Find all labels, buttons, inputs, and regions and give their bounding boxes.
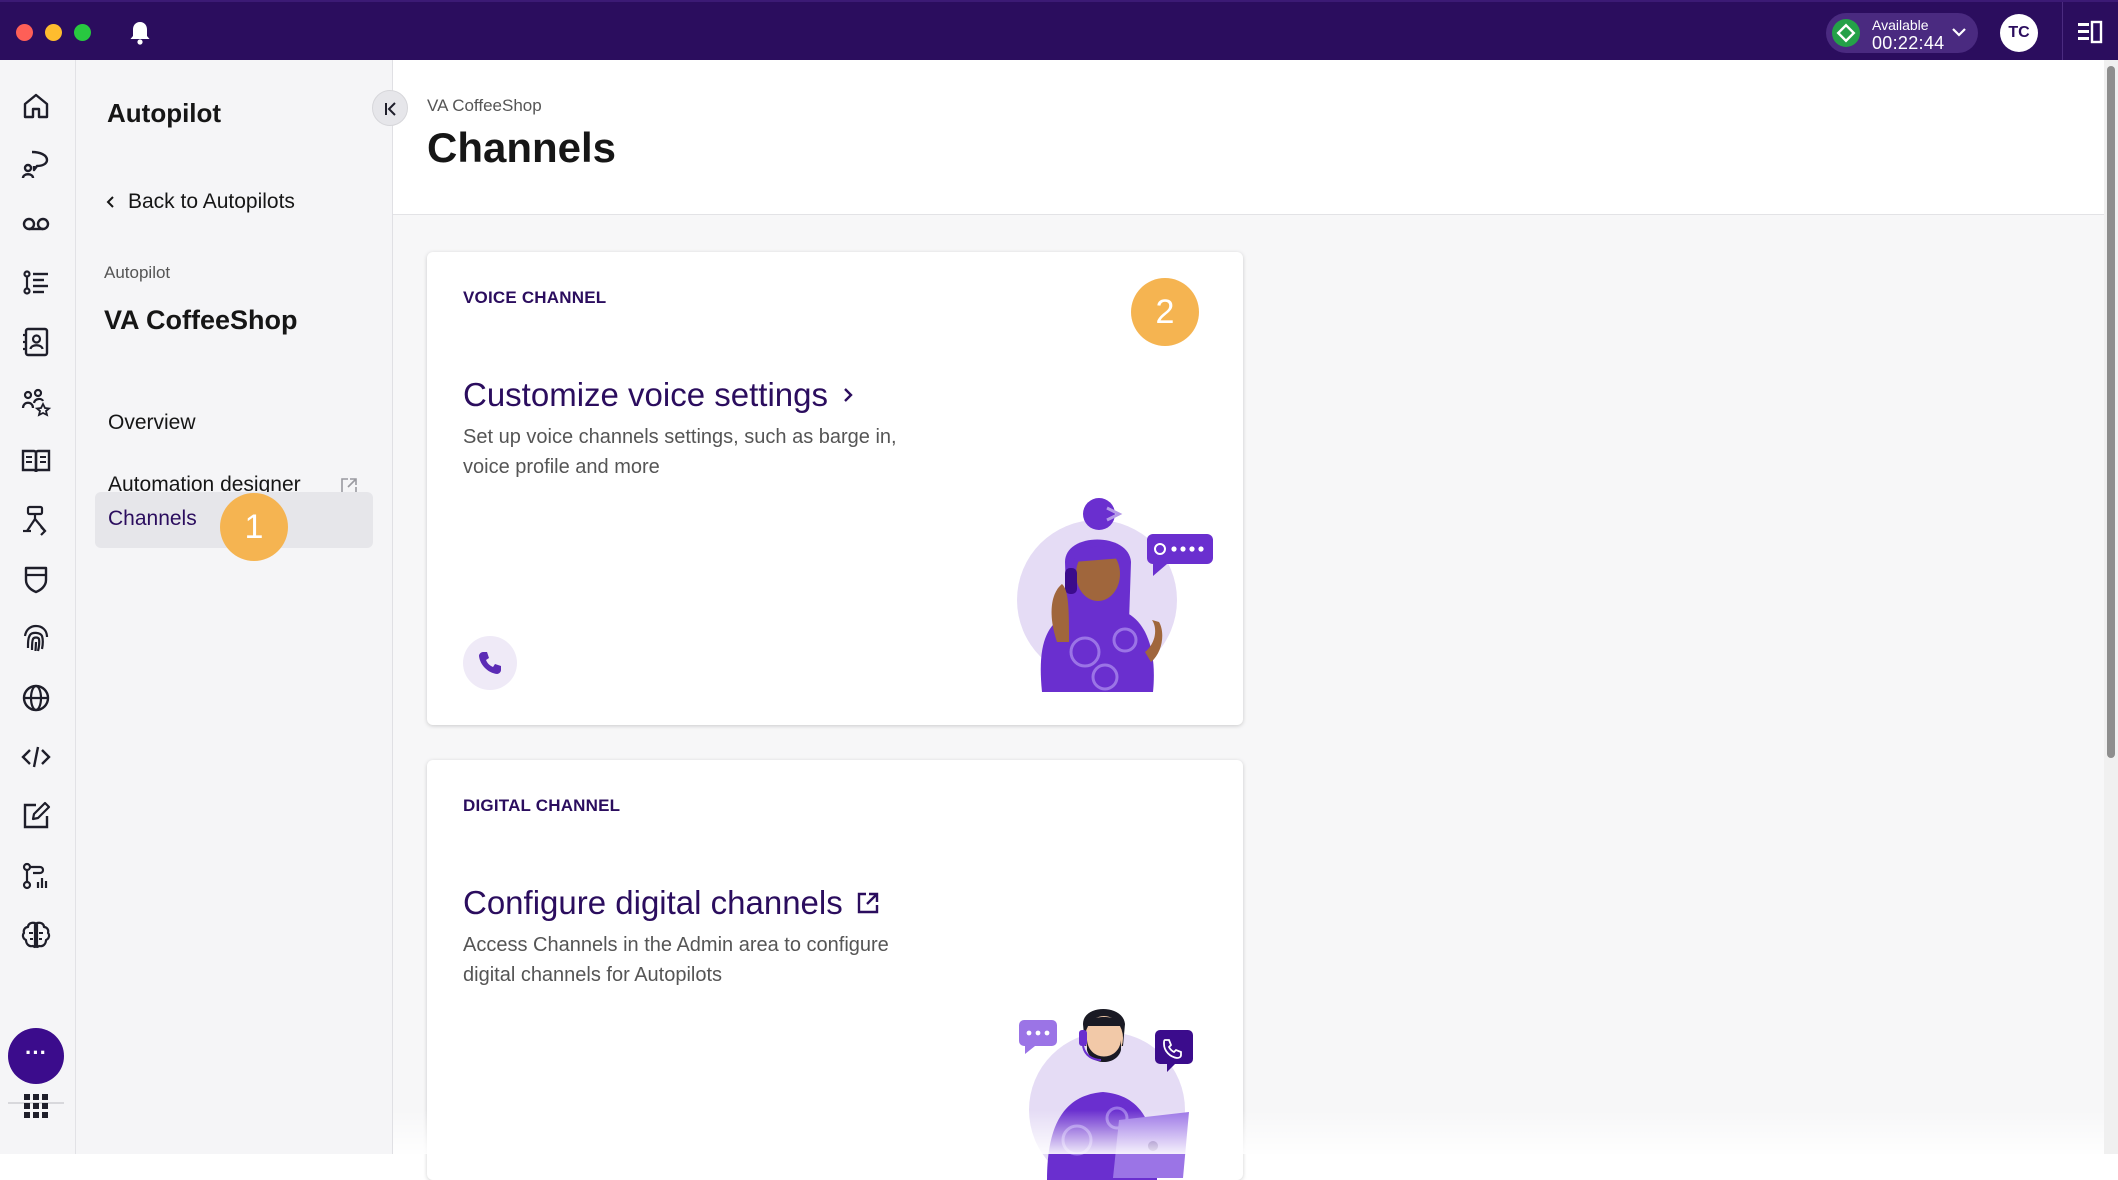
window-minimize-button[interactable]: [45, 24, 62, 41]
status-available-icon: [1832, 19, 1860, 47]
side-panel-icon[interactable]: [2076, 20, 2104, 44]
bell-icon[interactable]: [128, 20, 152, 46]
autopilot-name: VA CoffeeShop: [104, 305, 298, 335]
shield-icon[interactable]: [20, 563, 52, 595]
top-bar: Available 00:22:44 TC: [0, 0, 2118, 62]
configure-digital-channels-link[interactable]: Configure digital channels: [463, 884, 881, 922]
team-icon[interactable]: [20, 386, 52, 418]
sidebar-item-channels[interactable]: Channels 1: [95, 492, 373, 561]
fingerprint-icon[interactable]: [20, 622, 52, 654]
list-icon[interactable]: [20, 267, 52, 299]
conversation-icon[interactable]: [20, 148, 52, 180]
breadcrumb[interactable]: VA CoffeeShop: [427, 96, 542, 116]
card-description: Access Channels in the Admin area to con…: [463, 934, 889, 986]
avatar[interactable]: TC: [2000, 14, 2038, 52]
window-zoom-button[interactable]: [74, 24, 91, 41]
collapse-sidebar-button[interactable]: [372, 90, 408, 126]
chevron-down-icon: [1952, 28, 1966, 37]
back-link-label: Back to Autopilots: [128, 190, 295, 213]
customize-voice-settings-link[interactable]: Customize voice settings: [463, 376, 856, 414]
page-header: VA CoffeeShop Channels: [393, 60, 2104, 215]
global-nav-rail: ···: [0, 60, 76, 1154]
back-to-autopilots-link[interactable]: Back to Autopilots: [104, 190, 295, 214]
flow-icon[interactable]: [20, 504, 52, 536]
card-kicker: DIGITAL CHANNEL: [463, 796, 621, 815]
globe-icon[interactable]: [20, 682, 52, 714]
topbar-divider: [2062, 2, 2063, 62]
step-badge-1: 1: [220, 493, 288, 561]
external-link-icon: [857, 892, 878, 914]
card-description: Set up voice channels settings, such as …: [463, 426, 897, 478]
phone-icon: [463, 636, 517, 690]
step-badge-2: 2: [1131, 278, 1199, 346]
sidebar-item-overview[interactable]: Overview: [95, 396, 373, 452]
page-title: Channels: [427, 124, 617, 171]
autopilot-caption: Autopilot: [104, 263, 171, 282]
card-title-label: Configure digital channels: [463, 884, 843, 921]
collapse-left-icon: [385, 102, 396, 116]
agent-on-phone-illustration: [1017, 498, 1213, 692]
app-grid-icon[interactable]: [20, 1090, 52, 1122]
status-timer: 00:22:44: [1872, 33, 1945, 53]
status-selector[interactable]: Available 00:22:44: [1826, 13, 1978, 53]
scrollbar-thumb[interactable]: [2107, 66, 2115, 758]
book-icon[interactable]: [20, 445, 52, 477]
edit-icon[interactable]: [20, 800, 52, 832]
main-content: VA CoffeeShop Channels VOICE CHANNEL 2 C…: [393, 60, 2104, 1180]
digital-channel-card[interactable]: DIGITAL CHANNEL Configure digital channe…: [427, 760, 1243, 1180]
card-title-label: Customize voice settings: [463, 376, 828, 413]
brain-icon[interactable]: [20, 919, 52, 951]
sidebar-title: Autopilot: [107, 98, 222, 128]
voice-channel-card[interactable]: VOICE CHANNEL 2 Customize voice settings…: [427, 252, 1243, 725]
voicemail-icon[interactable]: [20, 208, 52, 240]
sidebar-item-label: Overview: [108, 411, 196, 434]
sidebar-item-label: Channels: [108, 507, 197, 530]
more-apps-button[interactable]: ···: [8, 1028, 64, 1084]
code-icon[interactable]: [20, 741, 52, 773]
home-icon[interactable]: [20, 90, 52, 122]
analytics-icon[interactable]: [20, 860, 52, 892]
status-label: Available: [1872, 17, 1929, 33]
contact-card-icon[interactable]: [20, 326, 52, 358]
card-kicker: VOICE CHANNEL: [463, 288, 607, 307]
vertical-scrollbar[interactable]: [2104, 60, 2118, 1154]
window-close-button[interactable]: [16, 24, 33, 41]
autopilot-sidebar: Autopilot Back to Autopilots Autopilot V…: [76, 60, 408, 1154]
chevron-right-icon: [844, 388, 853, 402]
chevron-left-icon: [106, 196, 114, 208]
agent-with-laptop-illustration: [1019, 1009, 1193, 1180]
